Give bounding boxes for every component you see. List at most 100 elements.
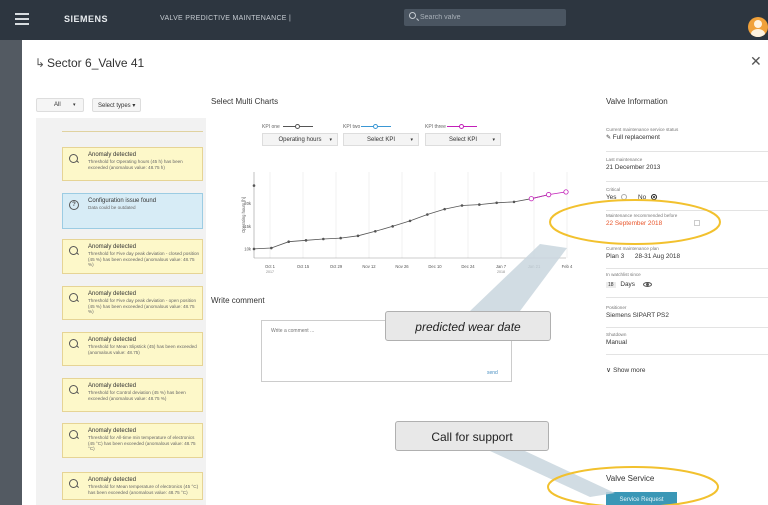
critical-yes-label: Yes [606, 194, 617, 201]
positioner: Positioner Siemens SIPART PS2 [606, 305, 768, 328]
select-types-dropdown[interactable]: Select types ▾ [92, 98, 141, 112]
predicted-point [563, 189, 569, 195]
calendar-icon[interactable] [693, 220, 700, 227]
list-divider [62, 131, 203, 132]
event-card[interactable]: Anomaly detected Threshold for Five day … [62, 239, 203, 274]
service-request-button[interactable]: Service Request [606, 492, 677, 505]
eye-icon[interactable] [642, 281, 652, 287]
event-card[interactable]: Anomaly detected Threshold for Operating… [62, 147, 203, 181]
event-card[interactable]: Anomaly detected Threshold for All-time … [62, 423, 203, 458]
kpi-three-legend-dot [459, 124, 464, 129]
predicted-point [546, 192, 552, 198]
wear-date-callout: predicted wear date [385, 311, 551, 341]
data-point [478, 203, 481, 206]
valve-information-title: Valve Information [606, 97, 668, 106]
data-point [460, 204, 464, 207]
search-icon [69, 385, 78, 394]
critical-no-label: No [638, 194, 647, 201]
x-tick-label: Oct 15 [297, 264, 310, 269]
data-point [391, 225, 394, 228]
search-icon [69, 154, 78, 163]
critical-no-radio[interactable] [650, 194, 657, 201]
divider [606, 151, 768, 152]
x-tick-label: Feb 4 [562, 264, 573, 269]
maintenance-status-label: Current maintenance service status [606, 127, 679, 132]
search-box[interactable] [404, 9, 566, 26]
maintenance-recommended: Maintenance recommended before 22 Septem… [606, 213, 768, 227]
search-icon [69, 246, 78, 255]
event-description: Threshold for Mean temperature of electr… [88, 484, 199, 495]
kpi-one-select[interactable]: Operating hours ▾ [262, 133, 338, 146]
data-point [287, 240, 290, 244]
data-point [252, 247, 256, 251]
event-card[interactable]: Anomaly detected Threshold for Control d… [62, 378, 203, 412]
x-tick-year: 2018 [497, 270, 505, 274]
search-icon [69, 293, 78, 302]
brand-logo: SIEMENS [64, 14, 109, 24]
maintenance-status: Current maintenance service status ✎ Ful… [606, 127, 768, 152]
page-title: Sector 6_Valve 41 [47, 56, 145, 70]
event-description: Data could be outdated [88, 205, 136, 210]
x-tick-label: Jan 7 [496, 264, 507, 269]
data-point [408, 219, 412, 223]
top-bar: SIEMENS VALVE PREDICTIVE MAINTENANCE | [0, 0, 768, 40]
event-card[interactable]: ? Configuration issue found Data could b… [62, 193, 203, 229]
valve-service-title: Valve Service [606, 474, 655, 483]
divider [606, 181, 768, 182]
chevron-down-icon: ▾ [410, 137, 413, 143]
kpi-three-select[interactable]: Select KPI ▾ [425, 133, 501, 146]
data-point [270, 246, 273, 250]
critical-label: Critical [606, 187, 621, 192]
data-point [443, 207, 446, 211]
data-point [304, 239, 308, 242]
show-more-label: Show more [613, 367, 646, 374]
send-button[interactable]: send [487, 370, 498, 376]
divider [606, 297, 768, 298]
event-card[interactable]: Anomaly detected Threshold for Mean Slip… [62, 332, 203, 366]
watchlist-label: In watchlist since [606, 272, 641, 277]
support-callout: Call for support [395, 421, 549, 451]
x-tick-year: 2017 [266, 270, 274, 274]
kpi-one-value: Operating hours [278, 137, 322, 143]
show-more-link[interactable]: ∨ Show more [606, 364, 768, 374]
search-icon [69, 479, 78, 488]
search-input[interactable] [420, 10, 560, 24]
critical-yes-radio[interactable] [621, 194, 628, 201]
operating-hours-line [253, 194, 549, 250]
event-title: Anomaly detected [88, 477, 137, 483]
wrench-icon: ✎ [606, 135, 613, 141]
search-icon [69, 339, 78, 348]
event-card[interactable]: Anomaly detected Threshold for Mean temp… [62, 472, 203, 500]
kpi-three-label: KPI three [425, 124, 446, 130]
event-description: Threshold for All-time min temperature o… [88, 435, 196, 452]
filter-all-dropdown[interactable]: All ▾ [36, 98, 84, 112]
plan-dates: 28-31 Aug 2018 [634, 253, 681, 260]
data-point [495, 201, 498, 205]
menu-icon[interactable] [15, 13, 29, 25]
operating-hours-chart: Oct 12017 Oct 15 Oct 29 Nov 12 Nov 26 Dec 10 D… [241, 172, 573, 274]
event-title: Configuration issue found [88, 198, 157, 204]
left-gutter [0, 40, 22, 505]
plan-label: Current maintenance plan [606, 246, 659, 251]
maintenance-plan: Current maintenance plan Plan 3 28-31 Au… [606, 246, 768, 269]
event-title: Anomaly detected [88, 428, 137, 434]
event-description: Threshold for Control deviation (45 %) h… [88, 390, 186, 401]
kpi-two-select[interactable]: Select KPI ▾ [343, 133, 419, 146]
event-description: Threshold for Mean Slipstick (45) has be… [88, 344, 197, 355]
last-maintenance: Last maintenance 21 December 2013 [606, 157, 768, 182]
chevron-down-icon: ▾ [73, 102, 76, 108]
x-tick-label: Oct 1 [265, 264, 276, 269]
x-tick-label: Dec 24 [461, 264, 475, 269]
event-card[interactable]: Anomaly detected Threshold for Five day … [62, 286, 203, 320]
data-point [512, 200, 516, 204]
event-title: Anomaly detected [88, 383, 137, 389]
back-arrow-icon[interactable]: ↳ [35, 56, 45, 70]
user-avatar[interactable] [748, 17, 768, 37]
last-maintenance-value: 21 December 2013 [606, 164, 661, 171]
watchlist-unit: Days [620, 281, 635, 288]
x-tick-label: Oct 29 [330, 264, 343, 269]
data-point [322, 237, 325, 241]
divider [606, 210, 768, 211]
x-tick-label: Nov 26 [395, 264, 409, 269]
close-icon[interactable]: ✕ [750, 53, 762, 70]
